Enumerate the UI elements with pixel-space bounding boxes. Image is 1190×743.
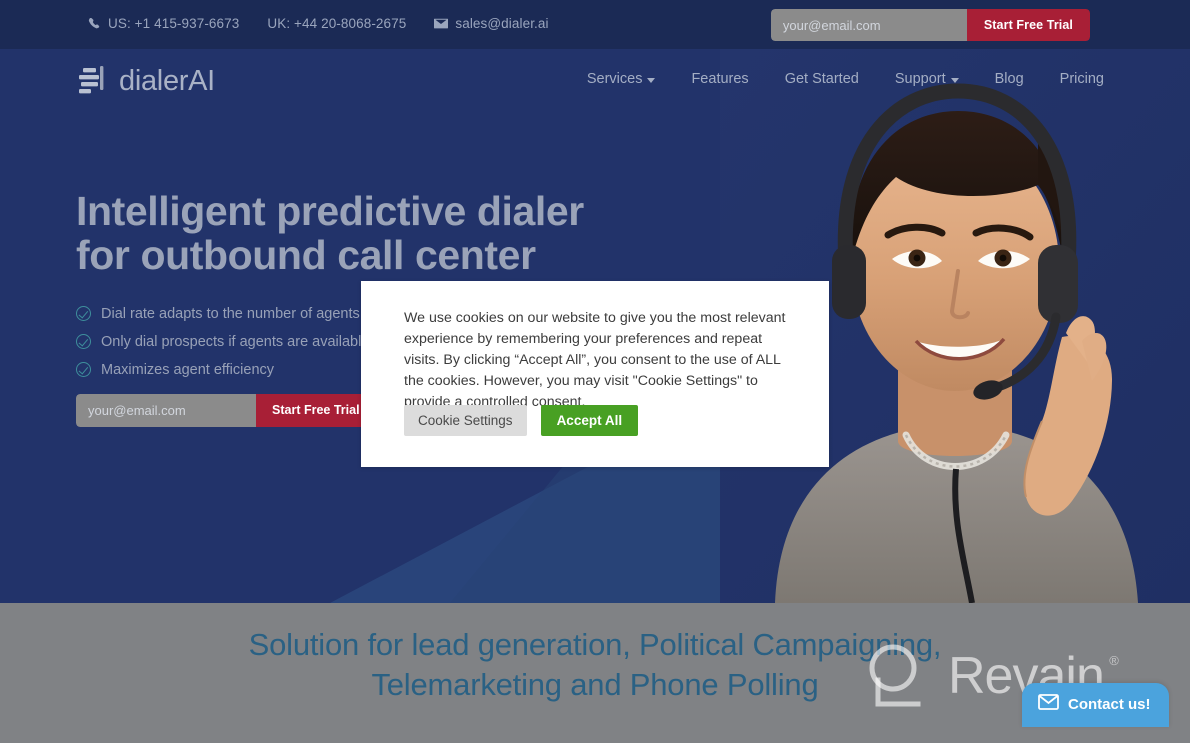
top-start-free-trial-button[interactable]: Start Free Trial bbox=[966, 9, 1090, 41]
envelope-icon bbox=[434, 18, 449, 29]
contact-info-group: US: +1 415-937-6673 UK: +44 20-8068-2675… bbox=[88, 16, 549, 31]
check-circle-icon bbox=[76, 306, 91, 322]
envelope-icon bbox=[1038, 694, 1059, 714]
nav-item-features[interactable]: Features bbox=[691, 71, 748, 87]
nav-item-get-started-label: Get Started bbox=[784, 71, 859, 87]
solution-section: Solution for lead generation, Political … bbox=[0, 603, 1190, 743]
uk-phone-text: UK: +44 20-8068-2675 bbox=[267, 16, 407, 31]
us-phone-item[interactable]: US: +1 415-937-6673 bbox=[88, 16, 239, 31]
bars-logo-icon bbox=[79, 66, 107, 96]
nav-item-support-label: Support bbox=[894, 71, 946, 87]
email-item[interactable]: sales@dialer.ai bbox=[434, 16, 549, 31]
hero-feature-label: Dial rate adapts to the number of agents bbox=[101, 305, 360, 322]
main-navbar: dialerAI Services Features Get Started S… bbox=[0, 49, 1190, 111]
phone-icon bbox=[88, 17, 101, 30]
nav-item-services[interactable]: Services bbox=[587, 71, 656, 87]
hero-feature-label: Only dial prospects if agents are availa… bbox=[101, 333, 370, 350]
nav-item-features-label: Features bbox=[691, 71, 749, 87]
hero-feature-label: Maximizes agent efficiency bbox=[101, 361, 275, 378]
site-logo[interactable]: dialerAI bbox=[79, 66, 215, 96]
chevron-down-icon bbox=[647, 77, 656, 83]
nav-item-blog-label: Blog bbox=[994, 71, 1024, 87]
nav-item-support[interactable]: Support bbox=[895, 71, 959, 87]
email-text: sales@dialer.ai bbox=[455, 16, 549, 31]
page-root: US: +1 415-937-6673 UK: +44 20-8068-2675… bbox=[0, 0, 1190, 743]
top-utility-bar: US: +1 415-937-6673 UK: +44 20-8068-2675… bbox=[0, 0, 1190, 49]
nav-item-services-label: Services bbox=[586, 71, 643, 87]
contact-us-label: Contact us! bbox=[1068, 695, 1151, 713]
hero-title: Intelligent predictive dialer for outbou… bbox=[76, 188, 584, 279]
check-circle-icon bbox=[76, 362, 91, 378]
nav-item-pricing[interactable]: Pricing bbox=[1060, 71, 1104, 87]
logo-text: dialerAI bbox=[119, 64, 215, 97]
chevron-down-icon bbox=[950, 77, 959, 83]
cookie-consent-dialog: We use cookies on our website to give yo… bbox=[361, 281, 829, 467]
nav-item-blog[interactable]: Blog bbox=[995, 71, 1024, 87]
cookie-settings-button[interactable]: Cookie Settings bbox=[404, 405, 527, 436]
contact-us-button[interactable]: Contact us! bbox=[1022, 683, 1169, 727]
nav-item-get-started[interactable]: Get Started bbox=[785, 71, 859, 87]
check-circle-icon bbox=[76, 334, 91, 350]
top-trial-form: Start Free Trial bbox=[770, 9, 1090, 41]
hero-start-free-trial-button[interactable]: Start Free Trial bbox=[256, 393, 376, 427]
hero-email-input[interactable] bbox=[76, 393, 256, 427]
accept-all-button[interactable]: Accept All bbox=[540, 405, 639, 436]
cookie-consent-actions: Cookie Settings Accept All bbox=[404, 405, 639, 436]
top-email-input[interactable] bbox=[770, 9, 967, 41]
nav-item-pricing-label: Pricing bbox=[1059, 71, 1104, 87]
hero-trial-form: Start Free Trial bbox=[76, 393, 386, 427]
cookie-consent-text: We use cookies on our website to give yo… bbox=[404, 310, 786, 411]
solution-section-title: Solution for lead generation, Political … bbox=[248, 627, 942, 702]
us-phone-text: US: +1 415-937-6673 bbox=[108, 16, 240, 31]
nav-links: Services Features Get Started Support Bl… bbox=[587, 71, 1104, 87]
uk-phone-item[interactable]: UK: +44 20-8068-2675 bbox=[267, 16, 406, 31]
